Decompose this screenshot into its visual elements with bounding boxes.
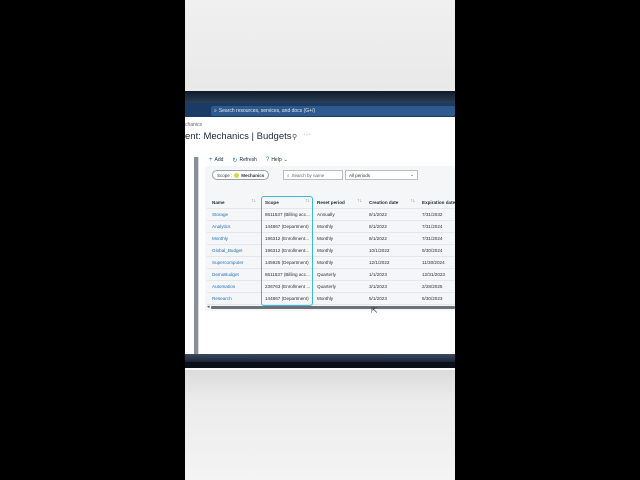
page-title: ent: Mechanics | Budgets (185, 131, 292, 142)
global-search-input[interactable]: ⌕ Search resources, services, and docs (… (211, 106, 455, 116)
table-row[interactable]: Storage 8611537 (Billing acc... Annually 8/… (207, 209, 455, 221)
period-value: All periods (349, 172, 371, 178)
chevron-down-icon: ⌄ (410, 172, 414, 177)
table-row[interactable]: Analytics 144867 (Department) Monthly 8/1/2… (207, 221, 455, 233)
table-row[interactable]: DemoBudget 8611537 (Billing acc... Quarter… (207, 269, 455, 281)
creation-date-cell: 8/1/2022 (369, 212, 387, 217)
budget-name-link[interactable]: Automation (212, 281, 260, 292)
add-label: Add (214, 157, 224, 163)
budgets-table: Name ↑↓ Scope ↑↓ Reset period ↑↓ Creatio… (207, 196, 455, 305)
scope-filter-pill[interactable]: Scope : Mechanics (212, 170, 270, 180)
creation-date-cell: 12/1/2022 (369, 260, 390, 265)
sort-icon[interactable]: ↑↓ (357, 198, 362, 204)
budget-name-link[interactable]: Supercomputer (212, 257, 260, 268)
creation-date-cell: 1/1/2023 (369, 272, 387, 277)
name-search-placeholder: Search by name (291, 172, 325, 178)
scroll-left-icon[interactable]: ◂ (207, 304, 210, 310)
budget-name-link[interactable]: Analytics (212, 221, 260, 232)
background-fade (185, 370, 455, 480)
budget-name-link[interactable]: Global_Budget (212, 245, 260, 256)
reset-period-cell: Monthly (317, 296, 334, 301)
reset-period-cell: Quarterly (317, 272, 336, 277)
scope-label: Scope : (217, 172, 233, 178)
mouse-cursor-icon: ⇱ (371, 306, 378, 315)
scope-column-highlight (261, 196, 313, 306)
help-button[interactable]: ? Help ⌄ (266, 157, 288, 163)
expiration-date-cell: 6/30/2023 (422, 296, 443, 301)
left-scrollbar[interactable] (194, 157, 198, 354)
creation-date-cell: 10/1/2022 (369, 248, 390, 253)
expiration-date-cell: 9/30/2024 (422, 248, 443, 253)
sort-icon[interactable]: ↑↓ (251, 198, 256, 204)
scope-icon (234, 172, 240, 178)
search-placeholder: Search resources, services, and docs (G+… (218, 108, 316, 114)
reset-period-cell: Quarterly (317, 284, 336, 289)
refresh-label: Refresh (239, 157, 257, 163)
search-icon: ⌕ (287, 172, 290, 178)
budget-name-link[interactable]: Research (212, 293, 260, 304)
expiration-date-cell: 7/31/2024 (422, 224, 443, 229)
expiration-date-cell: 7/31/2024 (422, 236, 443, 241)
creation-date-cell: 3/1/2023 (369, 284, 387, 289)
expiration-date-cell: 2/28/2025 (422, 284, 443, 289)
table-row[interactable]: Automation 236763 (Enrollment ... Quarterl… (207, 281, 455, 293)
pin-icon[interactable]: ⚲ (292, 133, 297, 141)
expiration-date-cell: 11/30/2024 (422, 260, 445, 265)
breadcrumb[interactable]: chanics (185, 122, 202, 128)
help-icon: ? (265, 157, 270, 163)
reset-period-cell: Annually (317, 212, 335, 217)
taskbar-shadow (185, 362, 455, 368)
expiration-date-cell: 7/31/2032 (422, 212, 443, 217)
creation-date-cell: 8/1/2022 (369, 236, 387, 241)
search-icon: ⌕ (214, 108, 217, 114)
add-button[interactable]: + Add (209, 157, 223, 163)
scope-value: Mechanics (241, 172, 265, 178)
table-body: Storage 8611537 (Billing acc... Annually 8/… (207, 209, 455, 305)
table-row[interactable]: Research 144867 (Department) Monthly 5/1/20… (207, 293, 455, 305)
expiration-date-cell: 12/31/2023 (422, 272, 445, 277)
budget-name-link[interactable]: Monthly (212, 233, 260, 244)
table-row[interactable]: Global_Budget 196312 (Enrollment... Monthl… (207, 245, 455, 257)
column-header-expiration-date[interactable]: Expiration date (422, 196, 455, 208)
more-icon[interactable]: ··· (303, 131, 312, 138)
taskbar (185, 354, 455, 362)
budget-name-link[interactable]: Storage (212, 209, 260, 220)
reset-period-cell: Monthly (317, 236, 334, 241)
horizontal-scrollbar[interactable] (211, 306, 455, 309)
chevron-down-icon: ⌄ (283, 157, 288, 163)
refresh-icon: ↻ (232, 157, 238, 164)
refresh-button[interactable]: ↻ Refresh (232, 157, 257, 164)
period-dropdown[interactable]: All periods ⌄ (345, 170, 418, 180)
sort-icon[interactable]: ↑↓ (410, 198, 415, 204)
table-row[interactable]: Monthly 196312 (Enrollment... Monthly 8/1/2… (207, 233, 455, 245)
reset-period-cell: Monthly (317, 260, 334, 265)
help-label: Help (271, 157, 282, 163)
table-header-row: Name ↑↓ Scope ↑↓ Reset period ↑↓ Creatio… (207, 196, 455, 209)
command-bar: + Add ↻ Refresh ? Help ⌄ (209, 155, 288, 165)
reset-period-cell: Monthly (317, 224, 334, 229)
creation-date-cell: 5/1/2023 (369, 296, 387, 301)
plus-icon: + (209, 157, 213, 163)
reset-period-cell: Monthly (317, 248, 334, 253)
name-search-input[interactable]: ⌕ Search by name (283, 170, 343, 180)
top-bar (185, 91, 455, 103)
screen-frame: ⌕ Search resources, services, and docs (… (185, 0, 455, 480)
creation-date-cell: 8/1/2022 (369, 224, 387, 229)
table-row[interactable]: Supercomputer 145925 (Department) Monthly 1… (207, 257, 455, 269)
budget-name-link[interactable]: DemoBudget (212, 269, 260, 280)
